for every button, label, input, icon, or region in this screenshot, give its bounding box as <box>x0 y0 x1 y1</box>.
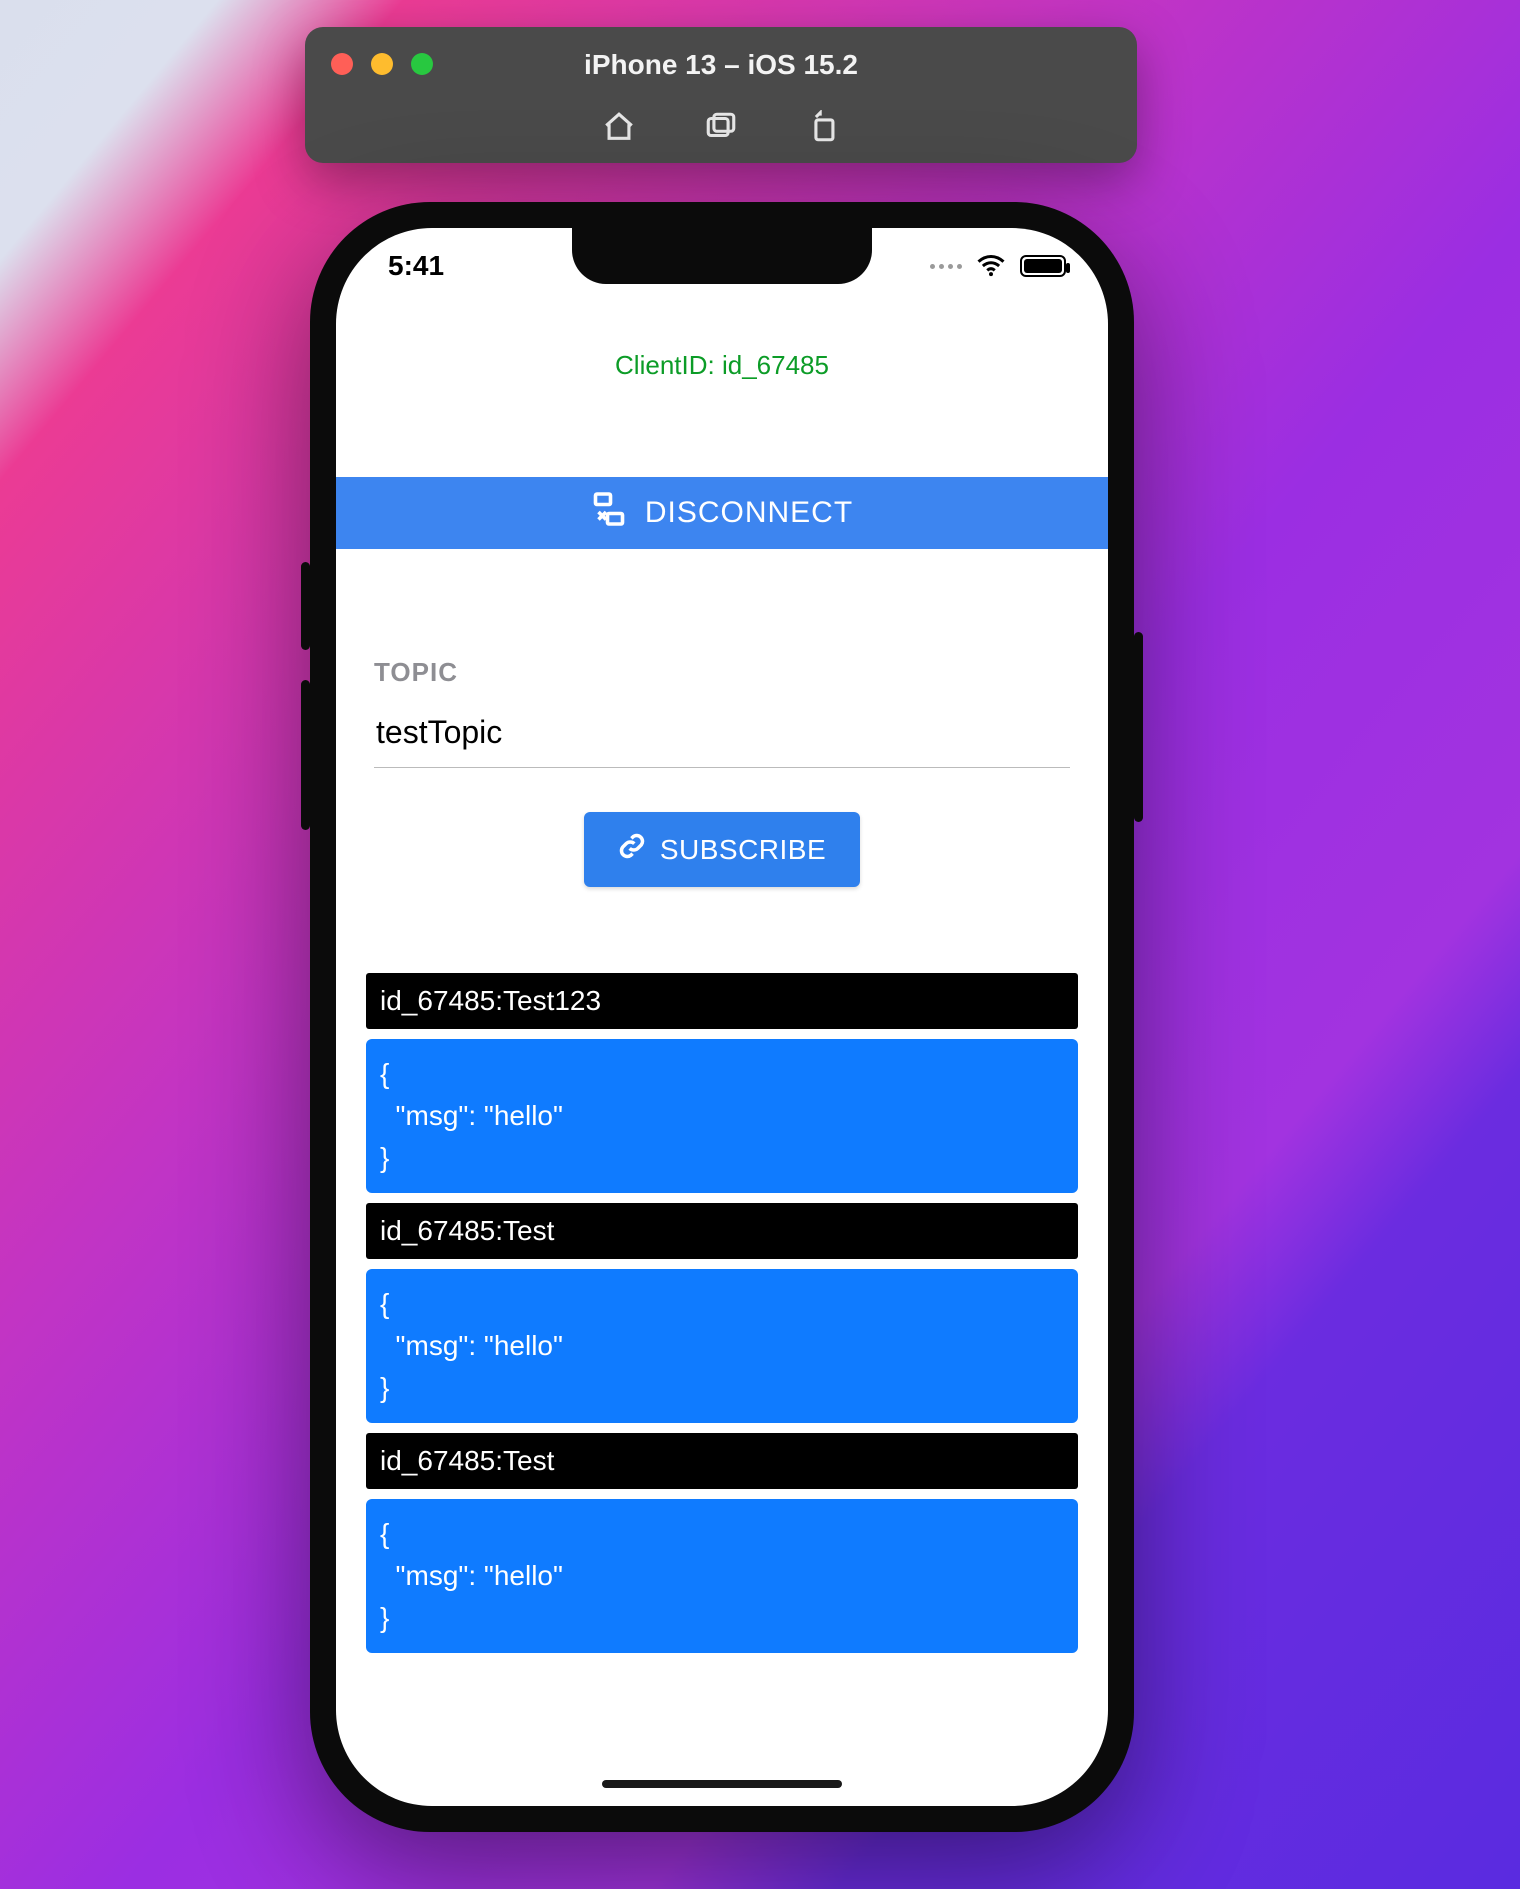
message-body: { "msg": "hello" } <box>366 1039 1078 1193</box>
device-notch <box>572 228 872 284</box>
message-body: { "msg": "hello" } <box>366 1269 1078 1423</box>
simulator-toolbar <box>305 110 1137 149</box>
topic-input[interactable] <box>374 698 1070 768</box>
subscribe-button[interactable]: SUBSCRIBE <box>584 812 860 887</box>
iphone-screen: 5:41 ClientID: id_67485 <box>336 228 1108 1806</box>
disconnect-icon <box>591 491 627 535</box>
disconnect-button[interactable]: DISCONNECT <box>336 477 1108 549</box>
subscribe-label: SUBSCRIBE <box>660 834 826 866</box>
cellular-icon <box>930 264 962 269</box>
message-body: { "msg": "hello" } <box>366 1499 1078 1653</box>
app-root: ClientID: id_67485 DISCONNECT TOPIC <box>336 304 1108 1806</box>
status-time: 5:41 <box>388 250 444 282</box>
simulator-titlebar: iPhone 13 – iOS 15.2 <box>305 27 1137 163</box>
wifi-icon <box>976 251 1006 281</box>
disconnect-label: DISCONNECT <box>645 496 853 530</box>
subscribe-row: SUBSCRIBE <box>336 812 1108 887</box>
iphone-device-frame: 5:41 ClientID: id_67485 <box>310 202 1134 1832</box>
screenshot-icon[interactable] <box>704 110 738 149</box>
device-side-button <box>1134 632 1143 822</box>
battery-icon <box>1020 255 1066 277</box>
message-header: id_67485:Test <box>366 1433 1078 1489</box>
home-indicator[interactable] <box>602 1780 842 1788</box>
home-icon[interactable] <box>602 110 636 149</box>
window-title: iPhone 13 – iOS 15.2 <box>305 49 1137 81</box>
rotate-icon[interactable] <box>806 110 840 149</box>
link-icon <box>618 832 646 867</box>
client-id-label: ClientID: id_67485 <box>336 350 1108 381</box>
topic-field-label: TOPIC <box>374 657 1070 688</box>
message-list: id_67485:Test123 { "msg": "hello" } id_6… <box>336 973 1108 1653</box>
message-header: id_67485:Test <box>366 1203 1078 1259</box>
topic-section: TOPIC <box>336 657 1108 768</box>
status-indicators <box>930 251 1066 281</box>
message-header: id_67485:Test123 <box>366 973 1078 1029</box>
